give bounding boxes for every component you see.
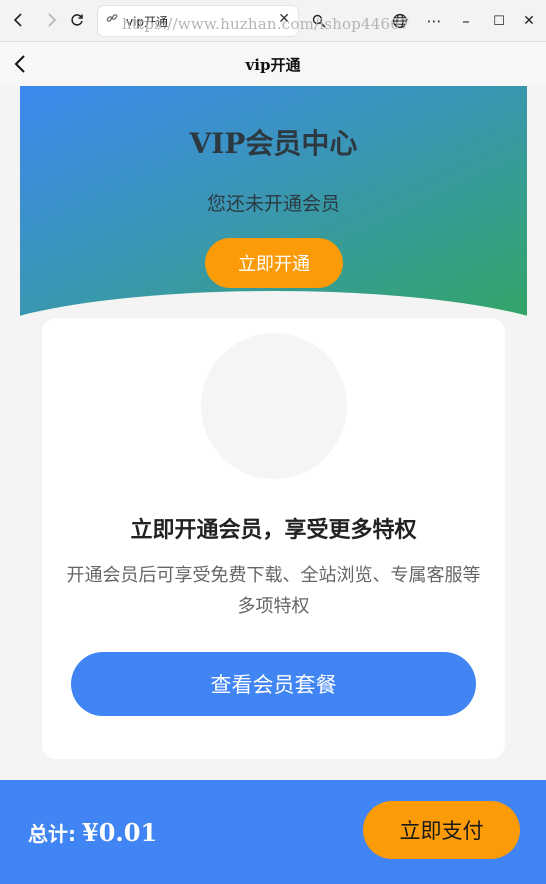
browser-toolbar: vip开通 ✕ ⋯ – ☐ ✕ https://www.huzhan.com/i… (0, 0, 546, 42)
pay-bar: 总计: ¥0.01 立即支付 (0, 780, 546, 884)
minimize-icon[interactable]: – (455, 10, 477, 32)
more-icon[interactable]: ⋯ (423, 10, 445, 32)
open-membership-button[interactable]: 立即开通 (205, 238, 343, 288)
avatar (201, 333, 347, 479)
link-icon (106, 12, 118, 28)
benefits-card: 立即开通会员，享受更多特权 开通会员后可享受免费下载、全站浏览、专属客服等多项特… (42, 318, 505, 759)
total-label: 总计: (28, 822, 76, 846)
window-close-icon[interactable]: ✕ (518, 10, 540, 32)
banner-title: VIP会员中心 (189, 127, 358, 160)
membership-status: 您还未开通会员 (206, 193, 340, 215)
view-plans-button[interactable]: 查看会员套餐 (71, 652, 476, 716)
total-amount: ¥0.01 (82, 818, 158, 847)
pay-now-button[interactable]: 立即支付 (363, 801, 520, 859)
card-heading: 立即开通会员，享受更多特权 (130, 518, 417, 543)
total: 总计: ¥0.01 (28, 818, 157, 847)
reload-icon[interactable] (66, 9, 88, 31)
address-watermark: https://www.huzhan.com/ishop44667 (122, 15, 410, 33)
back-icon[interactable] (8, 9, 30, 31)
vip-banner: VIP会员中心 您还未开通会员 立即开通 (20, 86, 527, 326)
card-description: 开通会员后可享受免费下载、全站浏览、专属客服等多项特权 (66, 565, 481, 617)
maximize-icon[interactable]: ☐ (488, 10, 510, 32)
page-title: vip开通 (245, 56, 301, 74)
forward-icon[interactable] (40, 9, 62, 31)
app-header: vip开通 (0, 42, 546, 86)
